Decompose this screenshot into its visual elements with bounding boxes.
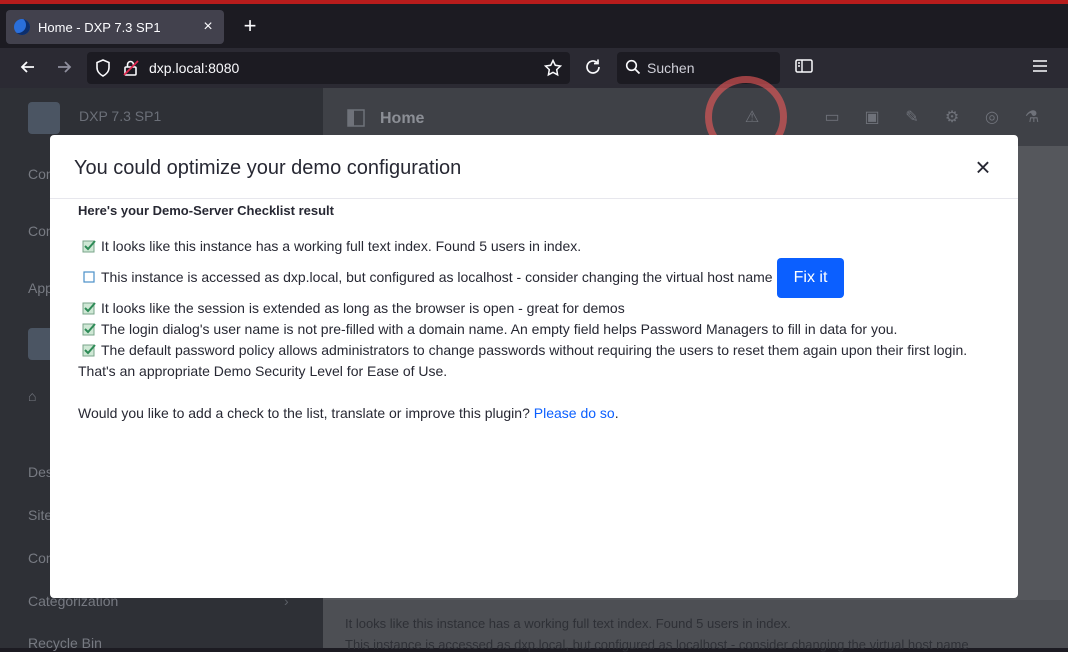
site-favicon-icon [14, 19, 30, 35]
bookmark-star-icon[interactable] [543, 58, 563, 82]
footer-question: Would you like to add a check to the lis… [78, 405, 619, 421]
reload-icon[interactable] [583, 58, 603, 78]
sidebar-toggle-icon[interactable] [347, 109, 365, 132]
unchecked-box-icon [83, 271, 95, 283]
demo-config-modal: You could optimize your demo configurati… [50, 135, 1018, 598]
globe-icon[interactable]: ◎ [982, 108, 1002, 128]
checklist-heading: Here's your Demo-Server Checklist result [78, 203, 334, 218]
sidebar-item[interactable]: Recycle Bin [28, 635, 102, 651]
browser-tab-bar: Home - DXP 7.3 SP1 × + [0, 4, 1068, 48]
tab-title: Home - DXP 7.3 SP1 [38, 19, 161, 35]
checked-box-icon [82, 323, 96, 336]
hamburger-menu-icon[interactable] [1030, 58, 1050, 78]
footer-question-text: Would you like to add a check to the lis… [78, 405, 534, 421]
gear-icon[interactable]: ⚙ [942, 108, 962, 128]
home-icon[interactable]: ⌂ [28, 388, 36, 404]
search-placeholder: Suchen [647, 60, 695, 76]
url-text: dxp.local:8080 [149, 60, 240, 76]
new-tab-button[interactable]: + [240, 15, 260, 37]
check-item-text: This instance is accessed as dxp.local, … [101, 269, 773, 285]
back-arrow-icon[interactable] [18, 58, 38, 78]
fix-it-button[interactable]: Fix it [777, 258, 844, 298]
checked-box-icon [82, 344, 96, 357]
checked-box-icon [82, 240, 96, 253]
check-item-text: It looks like the session is extended as… [101, 300, 625, 316]
check-item-text: The default password policy allows admin… [101, 342, 968, 358]
modal-header: You could optimize your demo configurati… [50, 135, 1018, 199]
address-bar[interactable]: dxp.local:8080 [87, 52, 570, 84]
search-icon [625, 59, 641, 80]
shield-icon[interactable] [95, 59, 111, 82]
tab-close-icon[interactable]: × [200, 19, 216, 35]
insecure-lock-icon[interactable] [122, 59, 140, 82]
forward-arrow-icon[interactable] [54, 58, 74, 78]
check-item-text: It looks like this instance has a workin… [101, 238, 582, 254]
lock-icon[interactable]: ▣ [862, 108, 882, 128]
comment-icon[interactable]: ▭ [822, 108, 842, 128]
flask-icon[interactable]: ⚗ [1022, 108, 1042, 128]
check-item-text: The login dialog's user name is not pre-… [101, 321, 898, 337]
browser-toolbar: dxp.local:8080 Suchen [0, 48, 1068, 88]
browser-tab-home[interactable]: Home - DXP 7.3 SP1 × [6, 10, 224, 44]
check-item: It looks like the session is extended as… [82, 300, 625, 316]
check-item: The default password policy allows admin… [82, 342, 967, 358]
site-logo-icon [28, 102, 60, 134]
modal-title: You could optimize your demo configurati… [74, 157, 462, 179]
footer-period: . [614, 405, 619, 421]
sidebar-item[interactable]: Site [28, 507, 52, 523]
reader-view-icon[interactable] [794, 58, 814, 78]
summary-text: That's an appropriate Demo Security Leve… [78, 363, 448, 379]
please-do-so-link[interactable]: Please do so [534, 405, 615, 421]
pencil-icon[interactable]: ✎ [902, 108, 922, 128]
check-item: It looks like this instance has a workin… [82, 238, 581, 254]
close-icon[interactable]: × [972, 154, 994, 180]
checked-box-icon [82, 302, 96, 315]
background-check-line: This instance is accessed as dxp.local, … [345, 637, 969, 652]
check-item: The login dialog's user name is not pre-… [82, 321, 897, 337]
page-title: Home [380, 110, 425, 127]
background-check-line: It looks like this instance has a workin… [345, 616, 791, 631]
site-name: DXP 7.3 SP1 [79, 108, 162, 124]
check-item: This instance is accessed as dxp.local, … [82, 269, 773, 285]
